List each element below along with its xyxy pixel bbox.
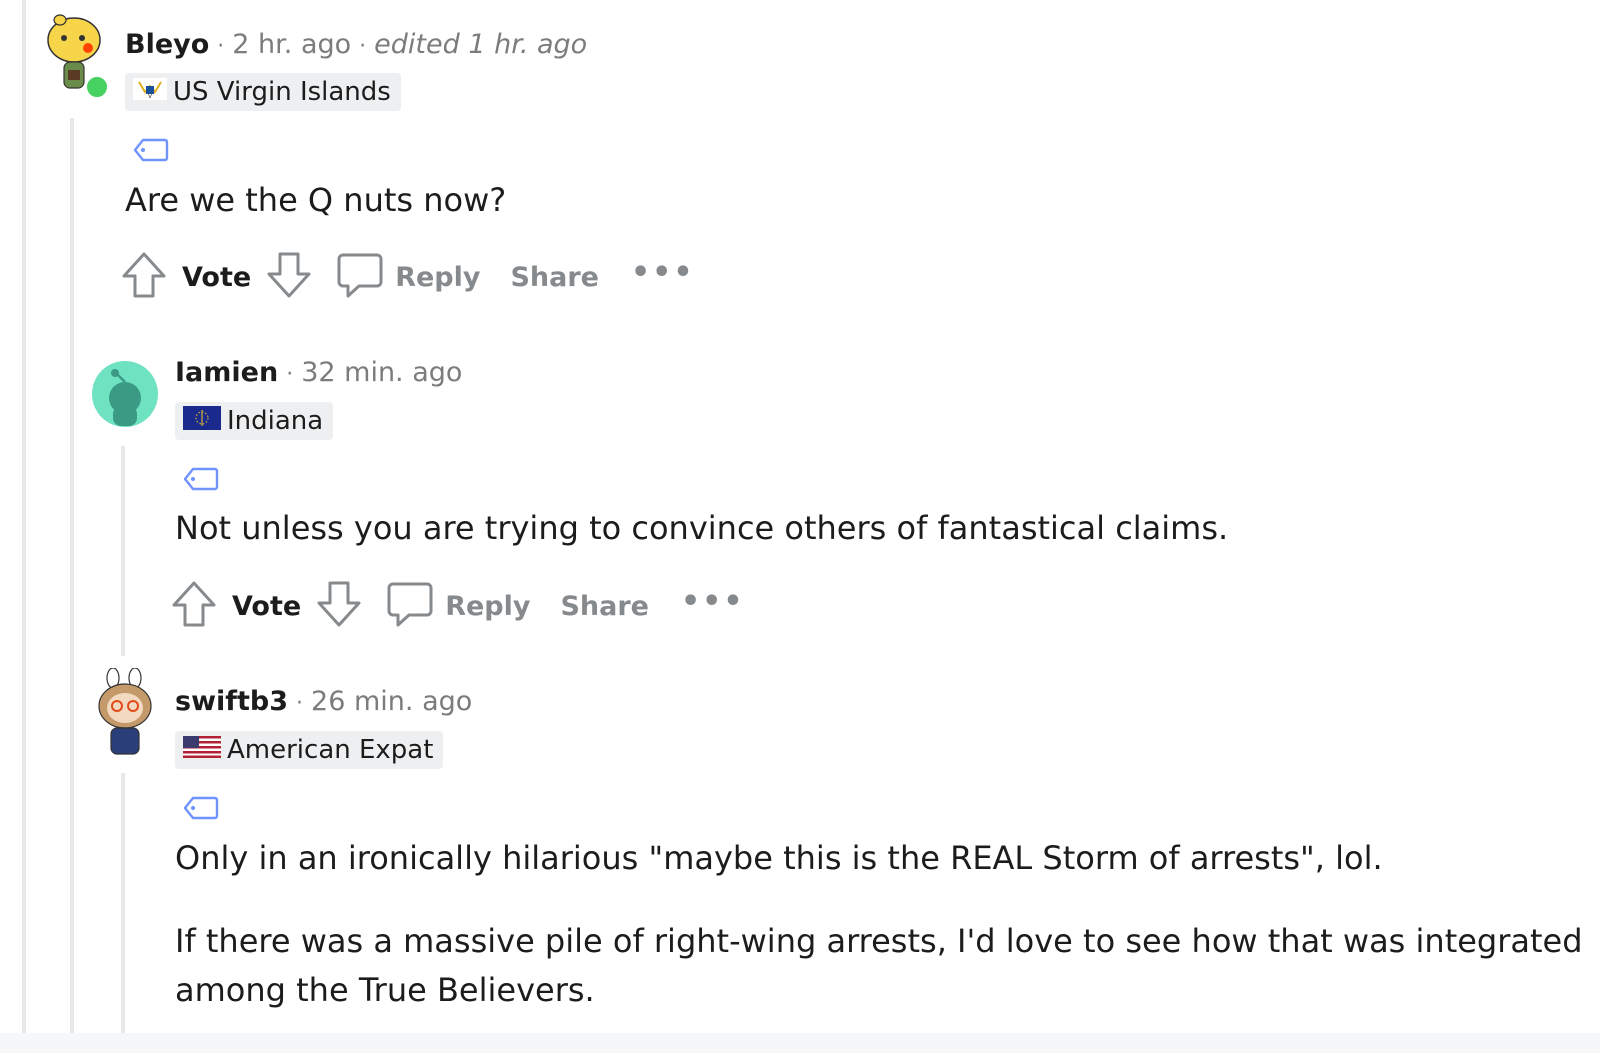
us-virgin-islands-flag-icon: V — [133, 77, 167, 107]
comment-meta: swiftb3 · 26 min. ago — [175, 683, 472, 722]
meta-separator: · — [286, 362, 294, 387]
more-options-icon[interactable]: ••• — [681, 584, 745, 619]
avatar[interactable] — [40, 10, 108, 89]
username[interactable]: swiftb3 — [175, 686, 288, 717]
flair-text: US Virgin Islands — [173, 77, 391, 107]
meta-separator: · — [217, 34, 225, 59]
thread-line-iamien[interactable] — [121, 446, 125, 656]
comment-body: Not unless you are trying to convince ot… — [175, 509, 1229, 547]
comment-actions: Vote Reply Share ••• — [120, 250, 695, 304]
share-button[interactable]: Share — [560, 591, 649, 622]
reply-speech-bubble-icon[interactable] — [335, 250, 385, 304]
edited-timestamp: edited 1 hr. ago — [374, 29, 588, 60]
avatar[interactable] — [91, 360, 159, 428]
snoo-avatar-icon — [98, 667, 152, 755]
user-flair: American Expat — [175, 731, 444, 769]
bottom-fade — [0, 1033, 1600, 1053]
user-flair: Indiana — [175, 402, 334, 440]
timestamp[interactable]: 26 min. ago — [311, 686, 472, 717]
comment-meta: Bleyo · 2 hr. ago · edited 1 hr. ago — [125, 26, 587, 65]
user-flair: V US Virgin Islands — [125, 73, 401, 111]
comment-body-paragraph: If there was a massive pile of right-win… — [175, 922, 1583, 960]
us-flag-icon — [183, 735, 221, 765]
comment-body-paragraph: Only in an ironically hilarious "maybe t… — [175, 839, 1383, 877]
username[interactable]: Bleyo — [125, 29, 209, 60]
flair-text: Indiana — [227, 406, 324, 436]
share-button[interactable]: Share — [510, 262, 599, 293]
comment-meta: Iamien · 32 min. ago — [175, 354, 462, 393]
thread-line-bleyo[interactable] — [70, 118, 74, 1053]
meta-separator: · — [296, 691, 304, 716]
tag-icon[interactable] — [133, 138, 169, 162]
comment-body: Are we the Q nuts now? — [125, 181, 507, 219]
timestamp[interactable]: 32 min. ago — [301, 357, 462, 388]
downvote-arrow-icon[interactable] — [315, 579, 363, 633]
timestamp[interactable]: 2 hr. ago — [232, 29, 351, 60]
tag-icon[interactable] — [183, 467, 219, 491]
username[interactable]: Iamien — [175, 357, 278, 388]
avatar[interactable] — [91, 667, 159, 755]
upvote-arrow-icon[interactable] — [120, 250, 168, 304]
comment-body-paragraph: among the True Believers. — [175, 971, 595, 1009]
vote-count: Vote — [182, 261, 252, 293]
reply-speech-bubble-icon[interactable] — [385, 579, 435, 633]
flair-text: American Expat — [227, 735, 434, 765]
upvote-arrow-icon[interactable] — [170, 579, 218, 633]
reply-button[interactable]: Reply — [445, 591, 530, 622]
default-snoo-avatar-icon — [92, 361, 158, 427]
tag-icon[interactable] — [183, 796, 219, 820]
outer-thread-line[interactable] — [22, 0, 26, 1053]
reply-button[interactable]: Reply — [395, 262, 480, 293]
comment-actions: Vote Reply Share ••• — [170, 579, 745, 633]
thread-line-swiftb3[interactable] — [121, 773, 125, 1053]
vote-count: Vote — [232, 590, 302, 622]
meta-separator: · — [359, 34, 367, 59]
downvote-arrow-icon[interactable] — [265, 250, 313, 304]
more-options-icon[interactable]: ••• — [631, 255, 695, 290]
online-status-indicator — [84, 74, 110, 100]
indiana-flag-icon — [183, 405, 221, 437]
